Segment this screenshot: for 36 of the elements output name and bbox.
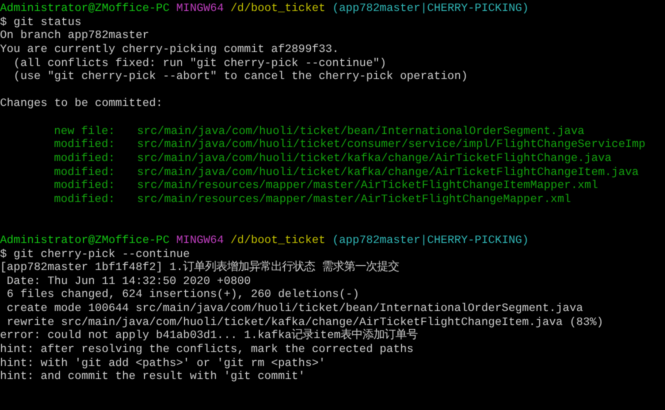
output-line: hint: after resolving the conflicts, mark the corrected paths (0, 344, 415, 358)
output-line: (use "git cherry-pick --abort" to cancel the cherry-pick operation) (12, 71, 469, 85)
command-line: $ git status (0, 16, 82, 30)
prompt-user: Administrator@ZMoffice-PC (0, 234, 170, 248)
file-path: src/main/java/com/huoli/ticket/consumer/service/impl/FlightChangeServiceImp (137, 139, 646, 152)
output-line: You are currently cherry-picking commit af2899f33. (0, 44, 340, 58)
file-status: modified: (53, 139, 116, 152)
prompt-path: /d/boot_ticket (230, 3, 326, 17)
file-status: modified: (53, 153, 116, 166)
file-status: new file: (53, 126, 116, 138)
file-path: src/main/resources/mapper/master/AirTicketFlightChangeMapper.xml (137, 194, 571, 208)
file-path: src/main/java/com/huoli/ticket/kafka/change/AirTicketFlightChange.java (137, 153, 612, 166)
prompt-branch: (app782master|CHERRY-PICKING) (332, 3, 529, 17)
file-status: modified: (53, 180, 116, 194)
prompt-system: MINGW64 (176, 3, 224, 17)
output-line: On branch app782master (0, 30, 150, 44)
output-line: 6 files changed, 624 insertions(+), 260 deletions(-) (6, 289, 360, 302)
output-line: Changes to be committed: (0, 98, 164, 112)
output-line: hint: with 'git add <paths>' or 'git rm <paths>' (0, 358, 326, 370)
prompt-branch: (app782master|CHERRY-PICKING) (332, 234, 529, 249)
command-line: $ git cherry-pick --continue (0, 248, 190, 261)
output-line: [app782master 1bf1f48f2] 1.订单列表增加异常出行状态 需求第一次提交 (0, 262, 400, 276)
output-line: Date: Thu Jun 11 14:32:50 2020 +0800 (6, 276, 252, 288)
prompt-path: /d/boot_ticket (230, 234, 326, 249)
output-line: hint: and commit the result with 'git commit' (0, 371, 306, 385)
output-line: rewrite src/main/java/com/huoli/ticket/kafka/change/AirTicketFlightChangeItem.java (83%) (6, 316, 604, 329)
file-status: modified: (53, 194, 116, 208)
file-path: src/main/java/com/huoli/ticket/kafka/change/AirTicketFlightChangeItem.java (137, 166, 639, 180)
file-path: src/main/java/com/huoli/ticket/bean/InternationalOrderSegment.java (137, 126, 584, 138)
output-line: create mode 100644 src/main/java/com/huoli/ticket/bean/InternationalOrderSegment.java (6, 303, 584, 316)
prompt-system: MINGW64 (176, 234, 224, 248)
output-line: error: could not apply b41ab03d1... 1.kafka记录item表中添加订单号 (0, 330, 419, 344)
file-path: src/main/resources/mapper/master/AirTicketFlightChangeItemMapper.xml (137, 180, 598, 194)
output-line: (all conflicts fixed: run "git cherry-pick --continue") (12, 58, 388, 70)
file-status: modified: (53, 166, 116, 180)
prompt-user: Administrator@ZMoffice-PC (0, 3, 170, 16)
